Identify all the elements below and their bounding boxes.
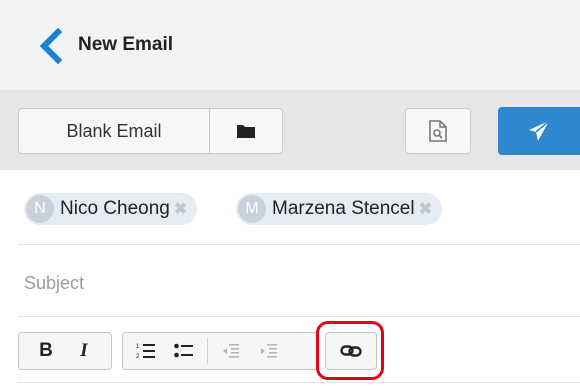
preview-button[interactable] [405, 108, 471, 154]
svg-text:1: 1 [136, 344, 140, 350]
text-style-group: B I [18, 332, 112, 370]
avatar: N [26, 195, 54, 223]
divider [18, 316, 580, 317]
recipient-chip[interactable]: M Marzena Stencel ✖ [236, 193, 442, 225]
svg-text:2: 2 [136, 354, 140, 360]
ordered-list-button[interactable]: 1 2 [127, 333, 165, 369]
unordered-list-icon [174, 343, 193, 358]
toolbar-separator [207, 338, 208, 364]
list-indent-group: 1 2 [122, 332, 318, 370]
folder-button[interactable] [209, 108, 283, 154]
recipient-name: Nico Cheong [60, 198, 170, 219]
outdent-icon [223, 344, 239, 358]
indent-icon [261, 344, 277, 358]
remove-recipient-icon[interactable]: ✖ [174, 199, 187, 219]
indent-button[interactable] [250, 333, 288, 369]
divider [18, 244, 580, 245]
ordered-list-icon: 1 2 [136, 344, 155, 360]
page-title: New Email [78, 34, 174, 55]
chevron-left-icon[interactable] [36, 28, 66, 64]
recipient-name: Marzena Stencel [272, 198, 415, 219]
unordered-list-button[interactable] [165, 333, 203, 369]
send-button[interactable] [498, 107, 580, 155]
compose-header: New Email [0, 0, 580, 90]
avatar: M [238, 195, 266, 223]
outdent-button[interactable] [212, 333, 250, 369]
recipient-chip[interactable]: N Nico Cheong ✖ [24, 193, 198, 225]
folder-icon [237, 125, 255, 138]
paper-plane-icon [529, 120, 550, 141]
divider [18, 382, 580, 383]
document-preview-icon [429, 120, 447, 142]
recipient-list: N Nico Cheong ✖ M Marzena Stencel ✖ [0, 170, 580, 242]
italic-button[interactable]: I [65, 333, 103, 369]
subject-input[interactable] [24, 270, 564, 296]
template-select-button[interactable]: Blank Email [18, 108, 210, 154]
bold-button[interactable]: B [27, 333, 65, 369]
highlight-annotation [316, 321, 384, 380]
remove-recipient-icon[interactable]: ✖ [419, 199, 432, 219]
